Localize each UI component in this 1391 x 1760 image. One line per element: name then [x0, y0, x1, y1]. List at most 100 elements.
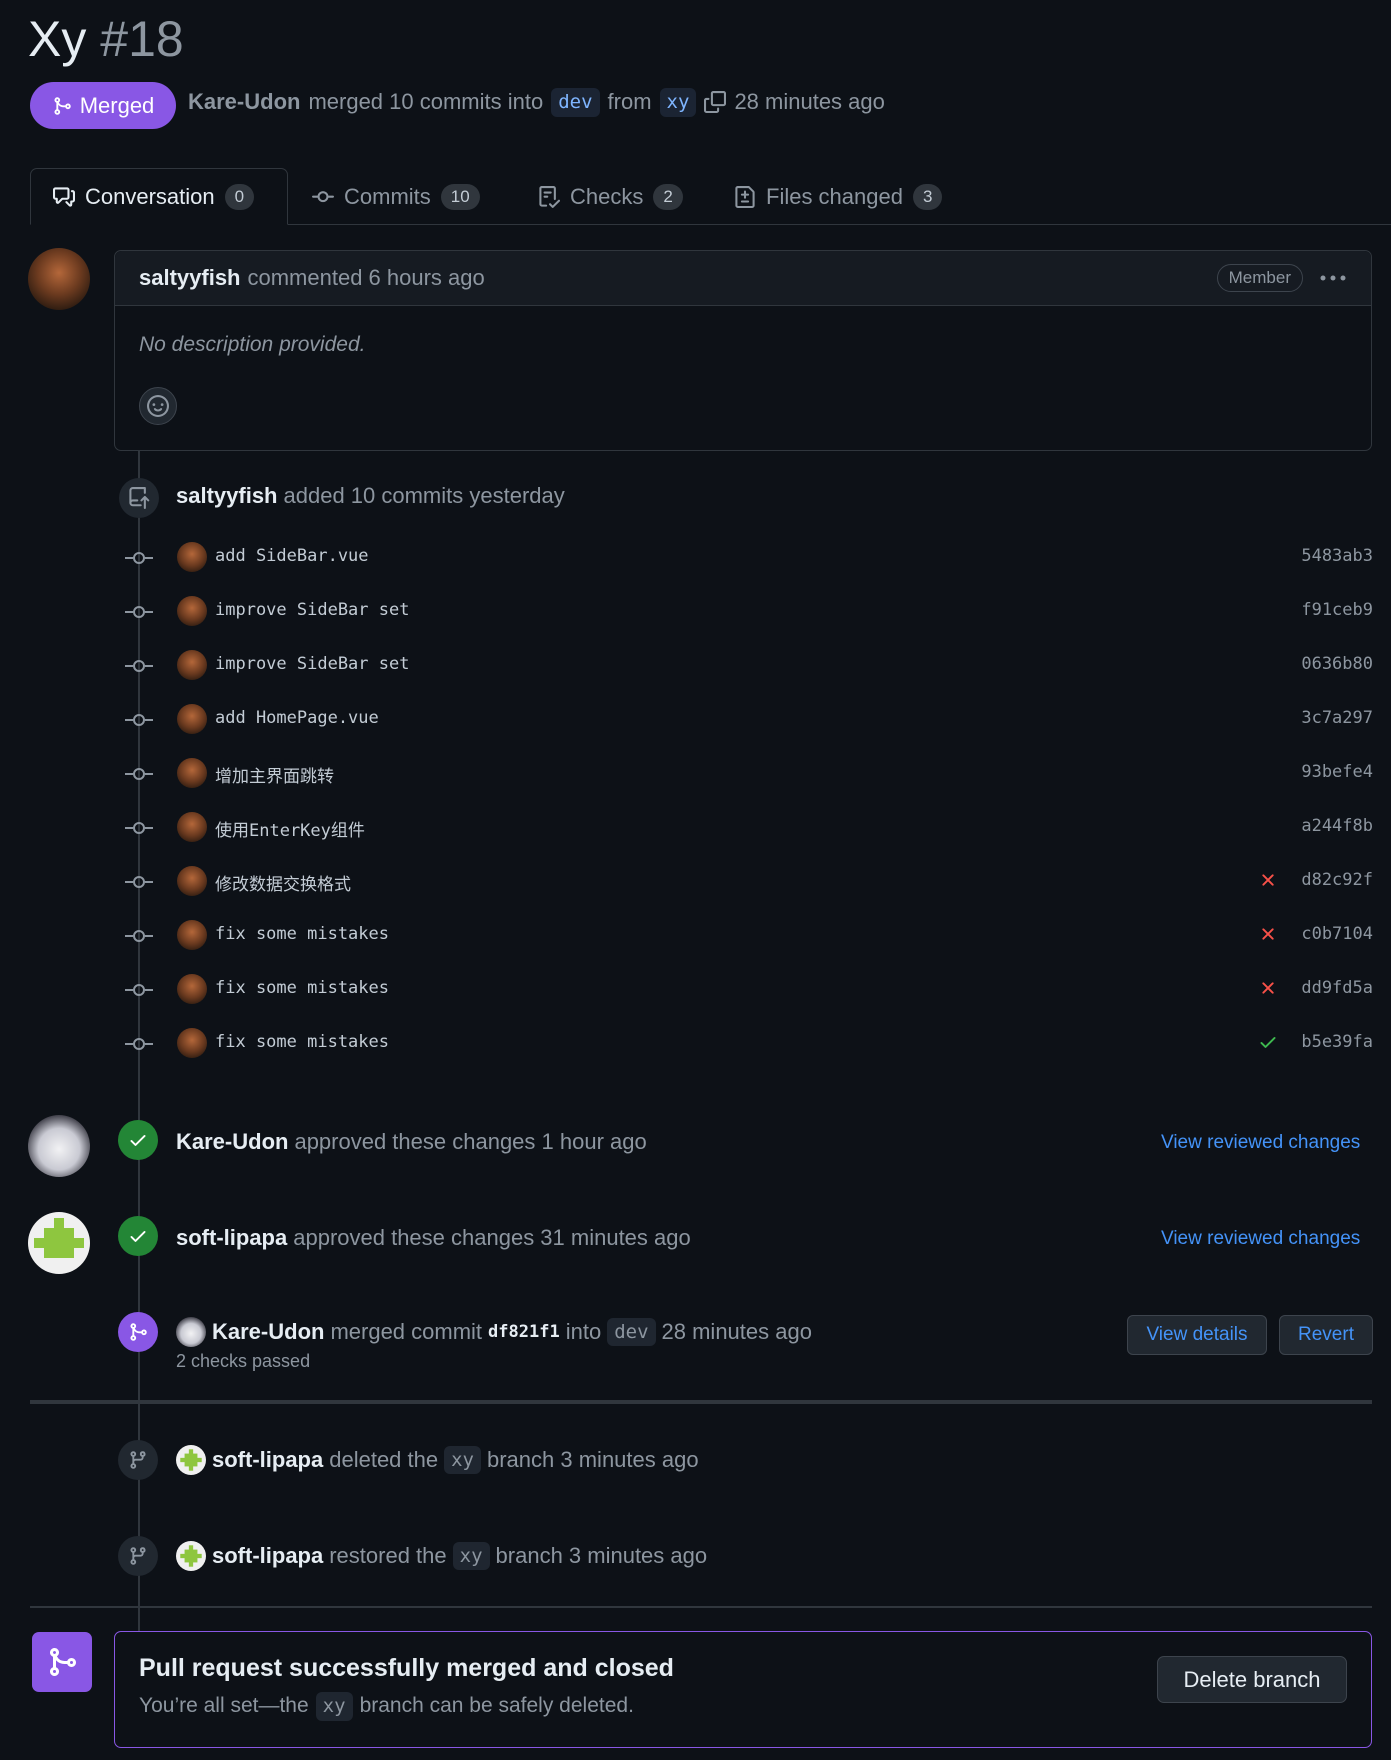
merge-status-box: Pull request successfully merged and clo… — [114, 1631, 1372, 1748]
checks-passed-text[interactable]: 2 checks passed — [176, 1351, 310, 1372]
commit-sha[interactable]: dd9fd5a — [1301, 978, 1373, 998]
commit-sha[interactable]: 5483ab3 — [1301, 546, 1373, 566]
commit-sha[interactable]: 3c7a297 — [1301, 708, 1373, 728]
merged-label: Merged — [79, 92, 155, 118]
kare-udon-avatar[interactable] — [28, 1115, 90, 1177]
commit-icon — [312, 190, 334, 202]
commit-sha[interactable]: f91ceb9 — [1301, 600, 1373, 620]
commit-icon — [125, 552, 153, 564]
commit-author-avatar[interactable] — [177, 542, 207, 572]
x-icon[interactable] — [1258, 978, 1278, 998]
kare-udon-avatar-small[interactable] — [176, 1317, 206, 1347]
soft-lipapa-avatar-small[interactable] — [176, 1541, 206, 1571]
branch-event-2-tail: branch 3 minutes ago — [495, 1543, 708, 1568]
commit-message[interactable]: add HomePage.vue — [215, 708, 379, 728]
commit-row: improve SideBar set 0636b80 — [125, 646, 1373, 686]
checklist-icon — [539, 185, 560, 208]
check-icon — [118, 1216, 158, 1256]
commit-message[interactable]: improve SideBar set — [215, 600, 409, 620]
comment-discussion-icon — [53, 186, 75, 207]
tab-commits[interactable]: Commits 10 — [312, 168, 480, 225]
commit-sha[interactable]: d82c92f — [1301, 870, 1373, 890]
soft-lipapa-avatar-small[interactable] — [176, 1445, 206, 1475]
kebab-horizontal-icon[interactable] — [1319, 273, 1347, 283]
base-branch[interactable]: dev — [551, 88, 600, 117]
commit-author-avatar[interactable] — [177, 650, 207, 680]
smiley-icon — [147, 395, 169, 417]
commit-author-avatar[interactable] — [177, 866, 207, 896]
tab-commits-count: 10 — [440, 183, 480, 210]
branch-event-2-branch[interactable]: xy — [452, 1541, 490, 1571]
commit-message[interactable]: fix some mistakes — [215, 924, 389, 944]
commit-icon — [125, 822, 153, 834]
add-reaction-button[interactable] — [139, 387, 177, 425]
final-branch[interactable]: xy — [315, 1692, 353, 1721]
tab-files-changed[interactable]: Files changed 3 — [734, 168, 943, 225]
review-2-author[interactable]: soft-lipapa — [176, 1225, 287, 1251]
merge-text: merged commit — [330, 1319, 483, 1344]
copy-icon[interactable] — [704, 91, 727, 114]
commit-author-avatar[interactable] — [177, 758, 207, 788]
commit-author-avatar[interactable] — [177, 974, 207, 1004]
merge-author[interactable]: Kare-Udon — [212, 1319, 324, 1345]
repo-push-icon — [119, 478, 159, 518]
commit-sha[interactable]: c0b7104 — [1301, 924, 1373, 944]
commit-message[interactable]: improve SideBar set — [215, 654, 409, 674]
commit-message[interactable]: fix some mistakes — [215, 1032, 389, 1052]
branch-event-1-author[interactable]: soft-lipapa — [212, 1447, 323, 1473]
branch-restored-event: soft-lipapa restored the xy branch 3 min… — [176, 1541, 707, 1571]
merge-icon — [32, 1632, 92, 1692]
comment-author[interactable]: saltyyfish — [139, 265, 241, 291]
commit-sha[interactable]: a244f8b — [1301, 816, 1373, 836]
commit-author-avatar[interactable] — [177, 812, 207, 842]
x-icon[interactable] — [1258, 870, 1278, 890]
commit-sha[interactable]: 0636b80 — [1301, 654, 1373, 674]
git-branch-icon — [118, 1440, 158, 1480]
commit-sha[interactable]: b5e39fa — [1301, 1032, 1373, 1052]
final-post-text: branch can be safely deleted. — [359, 1694, 634, 1718]
commit-author-avatar[interactable] — [177, 920, 207, 950]
commit-row: add HomePage.vue 3c7a297 — [125, 700, 1373, 740]
branch-deleted-event: soft-lipapa deleted the xy branch 3 minu… — [176, 1445, 699, 1475]
head-branch[interactable]: xy — [659, 88, 697, 117]
commits-event-author[interactable]: saltyyfish — [176, 483, 278, 509]
commit-message[interactable]: fix some mistakes — [215, 978, 389, 998]
commit-message[interactable]: 使用EnterKey组件 — [215, 816, 365, 841]
commit-message[interactable]: add SideBar.vue — [215, 546, 369, 566]
merge-branch[interactable]: dev — [607, 1317, 656, 1347]
view-reviewed-changes-link-1[interactable]: View reviewed changes — [1161, 1132, 1360, 1154]
branch-event-1-tail: branch 3 minutes ago — [487, 1447, 699, 1472]
revert-button[interactable]: Revert — [1279, 1315, 1373, 1355]
commit-message[interactable]: 增加主界面跳转 — [215, 762, 334, 787]
file-diff-icon — [735, 185, 755, 208]
x-icon[interactable] — [1258, 924, 1278, 944]
tab-checks-label: Checks — [570, 183, 644, 209]
merge-time: 28 minutes ago — [661, 1319, 812, 1344]
view-reviewed-changes-link-2[interactable]: View reviewed changes — [1161, 1228, 1360, 1250]
commit-row: improve SideBar set f91ceb9 — [125, 592, 1373, 632]
commit-sha[interactable]: 93befe4 — [1301, 762, 1373, 782]
view-details-button[interactable]: View details — [1127, 1315, 1267, 1355]
commit-author-avatar[interactable] — [177, 1028, 207, 1058]
pr-author-link[interactable]: Kare-Udon — [188, 89, 300, 115]
review-event-1: Kare-Udon approved these changes 1 hour … — [176, 1129, 647, 1155]
saltyyfish-avatar[interactable] — [28, 248, 90, 310]
final-pre-text: You’re all set—the — [139, 1694, 309, 1718]
review-1-author[interactable]: Kare-Udon — [176, 1129, 288, 1155]
branch-event-1-branch[interactable]: xy — [444, 1445, 481, 1475]
delete-branch-button[interactable]: Delete branch — [1157, 1656, 1347, 1703]
tab-checks[interactable]: Checks 2 — [538, 168, 683, 225]
merge-commit-sha[interactable]: df821f1 — [488, 1322, 560, 1342]
commit-icon — [125, 714, 153, 726]
tab-files-label: Files changed — [766, 183, 903, 209]
tab-conversation[interactable]: Conversation 0 — [30, 168, 288, 225]
pr-action-text: merged 10 commits into — [308, 89, 544, 115]
commit-icon — [125, 930, 153, 942]
commit-icon — [125, 876, 153, 888]
commit-author-avatar[interactable] — [177, 704, 207, 734]
commit-author-avatar[interactable] — [177, 596, 207, 626]
check-icon[interactable] — [1258, 1032, 1278, 1052]
commit-message[interactable]: 修改数据交换格式 — [215, 870, 351, 895]
branch-event-2-author[interactable]: soft-lipapa — [212, 1543, 323, 1569]
soft-lipapa-avatar[interactable] — [28, 1212, 90, 1274]
